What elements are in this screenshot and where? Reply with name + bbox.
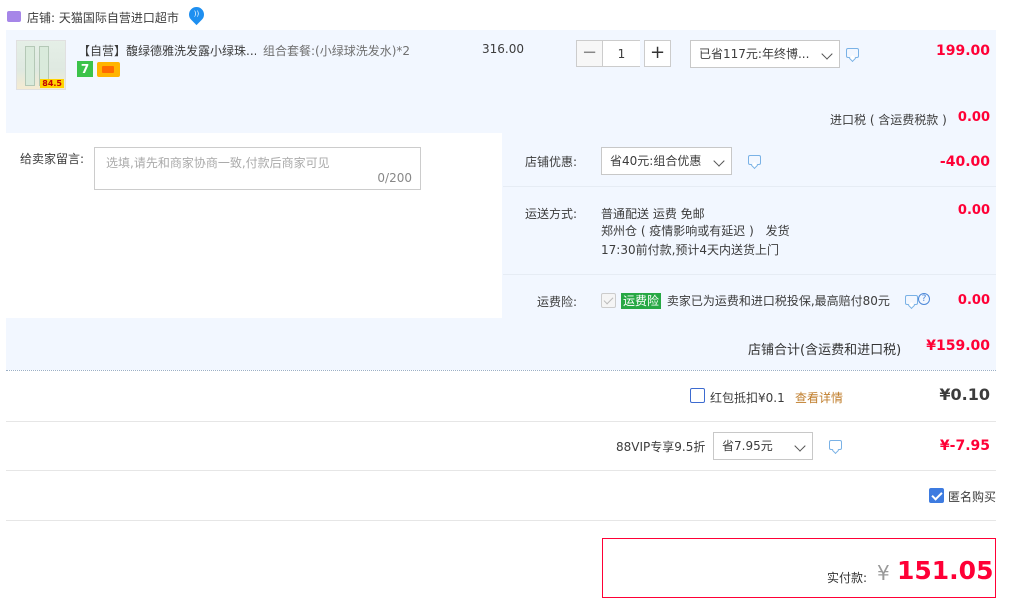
import-tax-label: 进口税 ( 含运费税款 ) bbox=[830, 113, 947, 127]
chat-bubble-icon[interactable] bbox=[905, 295, 918, 305]
wangwang-chat-icon[interactable]: )) bbox=[185, 3, 208, 26]
item-discount-select[interactable]: 已省117元:年终博... bbox=[690, 40, 840, 68]
chat-bubble-icon[interactable] bbox=[829, 440, 842, 450]
shop-name-link[interactable]: 天猫国际自营进口超市 bbox=[59, 11, 179, 25]
shipping-eta: 17:30前付款,预计4天内送货上门 bbox=[601, 243, 780, 257]
red-packet-value: ¥0.10 bbox=[939, 385, 990, 404]
shop-header: 店铺: 天猫国际自营进口超市 bbox=[27, 9, 179, 26]
message-label: 给卖家留言: bbox=[20, 152, 85, 166]
shop-discount-amount: -40.00 bbox=[939, 154, 990, 170]
red-packet-checkbox[interactable] bbox=[690, 388, 705, 403]
vip-discount-value: 省7.95元 bbox=[722, 439, 773, 453]
message-textarea[interactable]: 选填,请先和商家协商一致,付款后商家可见 0/200 bbox=[94, 147, 421, 190]
insurance-info: 运费险 卖家已为运费和进口税投保,最高赔付80元 bbox=[621, 292, 890, 309]
item-discount-value: 已省117元:年终博... bbox=[699, 47, 810, 61]
shop-icon bbox=[7, 11, 21, 22]
insurance-value: 0.00 bbox=[957, 293, 990, 308]
message-placeholder: 选填,请先和商家协商一致,付款后商家可见 bbox=[106, 156, 330, 170]
shipping-ship-text: 发货 bbox=[765, 224, 790, 238]
red-packet-label: 红包抵扣¥0.1 bbox=[710, 391, 785, 405]
shop-discount-value: 省40元:组合优惠 bbox=[610, 154, 702, 168]
message-counter: 0/200 bbox=[377, 171, 412, 185]
quantity-input[interactable]: 1 bbox=[603, 40, 640, 67]
chevron-down-icon bbox=[713, 155, 725, 167]
payment-amount: 151.05 bbox=[897, 556, 994, 585]
vip-label: 88VIP专享9.5折 bbox=[616, 440, 706, 454]
payment-label: 实付款: bbox=[827, 571, 868, 585]
anonymous-label: 匿名购买 bbox=[948, 490, 997, 504]
insurance-tag: 运费险 bbox=[621, 293, 662, 309]
chevron-down-icon bbox=[821, 48, 833, 60]
chat-bubble-icon[interactable] bbox=[748, 155, 761, 165]
shipping-warehouse-line: 郑州仓 ( 疫情影响或有延迟 ) 发货 bbox=[601, 222, 790, 239]
import-tax-value: 0.00 bbox=[957, 110, 990, 125]
product-image[interactable]: 84.5 bbox=[16, 40, 66, 90]
shipping-warehouse: 郑州仓 ( 疫情影响或有延迟 ) bbox=[601, 224, 754, 238]
seven-day-return-icon: 7 bbox=[77, 61, 93, 77]
item-subtotal: 199.00 bbox=[935, 43, 990, 59]
quantity-decrease-button[interactable]: − bbox=[576, 40, 603, 67]
insurance-desc: 卖家已为运费和进口税投保,最高赔付80元 bbox=[666, 294, 890, 308]
chat-bubble-icon[interactable] bbox=[846, 48, 859, 58]
shop-discount-label: 店铺优惠: bbox=[525, 155, 578, 169]
anonymous-checkbox[interactable] bbox=[929, 488, 944, 503]
shop-total-value: ¥159.00 bbox=[926, 338, 990, 354]
chevron-down-icon bbox=[794, 440, 806, 452]
vip-discount-select[interactable]: 省7.95元 bbox=[713, 432, 813, 460]
quantity-increase-button[interactable]: + bbox=[644, 40, 671, 67]
shop-discount-select[interactable]: 省40元:组合优惠 bbox=[601, 147, 732, 175]
insurance-checkbox bbox=[601, 293, 616, 308]
help-icon[interactable]: ? bbox=[918, 293, 930, 305]
shop-label: 店铺: bbox=[27, 11, 56, 25]
payment-summary-box: 实付款: ¥ 151.05 bbox=[602, 538, 996, 598]
image-price-tag: 84.5 bbox=[40, 79, 64, 88]
red-packet-details-link[interactable]: 查看详情 bbox=[795, 389, 843, 406]
shipping-label: 运送方式: bbox=[525, 207, 578, 221]
vip-value: ¥-7.95 bbox=[939, 438, 990, 454]
payment-currency: ¥ bbox=[877, 561, 890, 585]
insurance-label: 运费险: bbox=[537, 295, 578, 309]
product-title-link[interactable]: 【自营】馥绿德雅洗发露小绿珠... bbox=[78, 42, 256, 59]
shop-total-label: 店铺合计(含运费和进口税) bbox=[748, 343, 902, 358]
credit-card-icon bbox=[97, 62, 120, 77]
shipping-value: 0.00 bbox=[957, 203, 990, 218]
shipping-method: 普通配送 运费 免邮 bbox=[601, 207, 705, 221]
unit-price: 316.00 bbox=[482, 42, 524, 56]
sku-info: 组合套餐:(小绿球洗发水)*2 bbox=[263, 44, 411, 58]
